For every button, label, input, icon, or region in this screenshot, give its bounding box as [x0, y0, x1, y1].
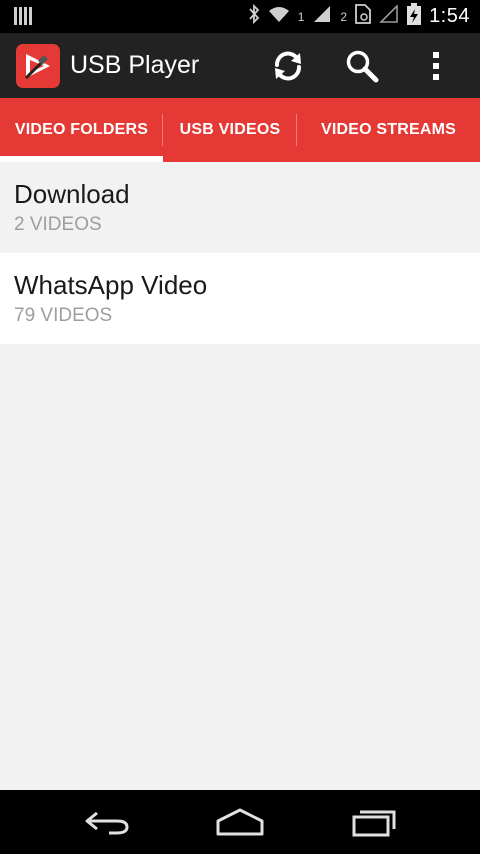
back-icon[interactable]: [72, 802, 142, 842]
folder-video-count: 2 VIDEOS: [14, 214, 102, 235]
list-item[interactable]: Download 2 VIDEOS: [0, 162, 480, 253]
sim2-label: 2: [340, 9, 348, 24]
search-icon[interactable]: [342, 46, 382, 86]
overflow-menu-icon[interactable]: [416, 46, 456, 86]
tab-bar: VIDEO FOLDERS USB VIDEOS VIDEO STREAMS: [0, 98, 480, 162]
refresh-icon[interactable]: [268, 46, 308, 86]
app-logo-icon[interactable]: [16, 43, 60, 88]
battery-charging-icon: [407, 3, 422, 30]
tab-video-streams[interactable]: VIDEO STREAMS: [297, 98, 480, 162]
tab-label: USB VIDEOS: [179, 121, 281, 138]
status-time: 1:54: [429, 5, 470, 27]
tab-label: VIDEO FOLDERS: [14, 121, 149, 138]
folder-list: Download 2 VIDEOS WhatsApp Video 79 VIDE…: [0, 162, 480, 344]
signal-icon: [312, 5, 332, 28]
list-item[interactable]: WhatsApp Video 79 VIDEOS: [0, 253, 480, 344]
status-bar: 1 2 1:54: [0, 0, 480, 33]
sim-card-icon: [355, 4, 371, 29]
folder-name: Download: [14, 179, 130, 209]
tab-label: VIDEO STREAMS: [320, 121, 457, 138]
action-bar: USB Player: [0, 33, 480, 98]
folder-video-count: 79 VIDEOS: [14, 305, 113, 326]
sim1-label: 1: [297, 9, 305, 24]
tab-usb-videos[interactable]: USB VIDEOS: [163, 98, 297, 162]
notification-icon: [14, 7, 32, 32]
recents-icon[interactable]: [340, 802, 410, 842]
signal-empty-icon: [379, 4, 399, 28]
home-icon[interactable]: [205, 802, 275, 842]
tab-video-folders[interactable]: VIDEO FOLDERS: [0, 98, 163, 162]
folder-name: WhatsApp Video: [14, 270, 208, 300]
wifi-icon: [268, 5, 290, 28]
app-title: USB Player: [70, 51, 200, 79]
navigation-bar: [0, 790, 480, 854]
bluetooth-icon: [248, 3, 260, 29]
